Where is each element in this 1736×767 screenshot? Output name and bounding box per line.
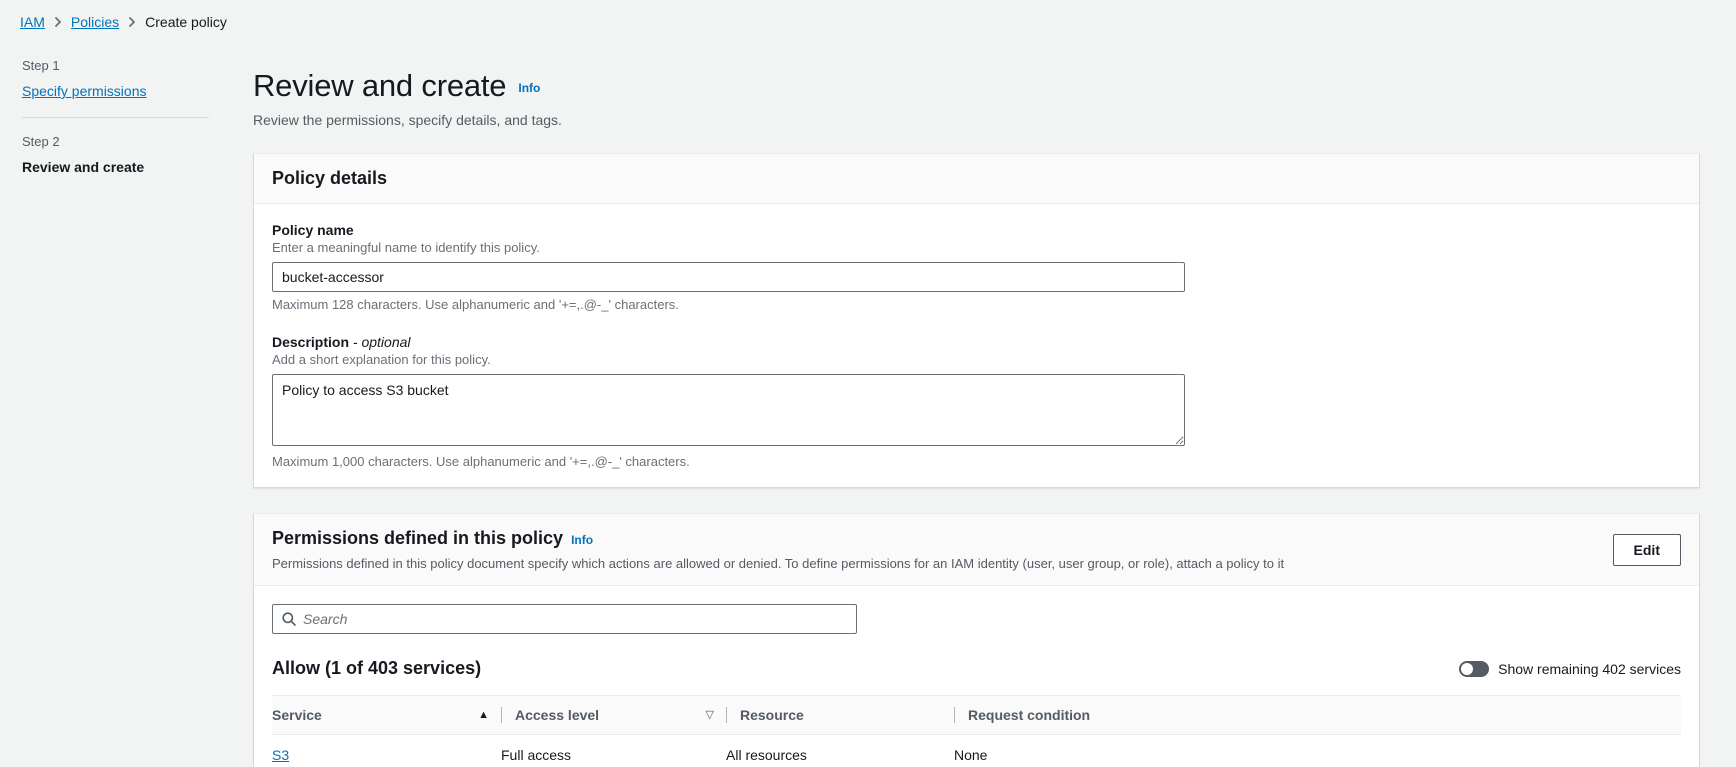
table-row: S3 Full access All resources None	[272, 735, 1681, 767]
permissions-body: Allow (1 of 403 services) Show remaining…	[254, 586, 1699, 767]
search-input[interactable]	[272, 604, 857, 634]
column-header-access-level-label: Access level	[515, 707, 599, 723]
policy-name-constraint: Maximum 128 characters. Use alphanumeric…	[272, 297, 1681, 312]
cell-service: S3	[272, 735, 501, 767]
policy-description-textarea[interactable]	[272, 374, 1185, 446]
toggle-switch-icon[interactable]	[1459, 661, 1489, 677]
chevron-right-icon	[53, 16, 63, 28]
policy-name-label: Policy name	[272, 222, 1681, 238]
permissions-description: Permissions defined in this policy docum…	[272, 556, 1284, 571]
wizard-divider	[22, 117, 209, 118]
allow-summary-row: Allow (1 of 403 services) Show remaining…	[272, 658, 1681, 679]
allow-heading: Allow (1 of 403 services)	[272, 658, 481, 679]
main-content: Review and create Info Review the permis…	[245, 40, 1736, 767]
table-header-row: Service ▲ Access level ▽	[272, 696, 1681, 735]
breadcrumb-item-create-policy: Create policy	[145, 14, 227, 30]
show-remaining-services-label: Show remaining 402 services	[1498, 661, 1681, 677]
wizard-navigation: Step 1 Specify permissions Step 2 Review…	[0, 40, 245, 175]
permissions-card: Permissions defined in this policy Info …	[253, 513, 1700, 767]
wizard-step-2-label: Step 2	[22, 134, 209, 149]
policy-description-field-group: Description - optional Add a short expla…	[272, 334, 1681, 469]
sort-ascending-icon: ▲	[478, 710, 489, 721]
policy-description-label: Description - optional	[272, 334, 1681, 350]
page-title: Review and create	[253, 68, 506, 104]
page-subtitle: Review the permissions, specify details,…	[253, 112, 1700, 128]
policy-name-field-group: Policy name Enter a meaningful name to i…	[272, 222, 1681, 312]
column-header-request-condition-label: Request condition	[968, 707, 1090, 723]
page-layout: Step 1 Specify permissions Step 2 Review…	[0, 40, 1736, 767]
cell-resource: All resources	[726, 735, 954, 767]
edit-button[interactable]: Edit	[1613, 534, 1681, 566]
policy-name-hint: Enter a meaningful name to identify this…	[272, 240, 1681, 255]
wizard-step-1: Step 1 Specify permissions	[22, 58, 209, 99]
wizard-step-1-title[interactable]: Specify permissions	[22, 83, 147, 99]
column-header-access-level[interactable]: Access level ▽	[501, 696, 726, 735]
page-title-row: Review and create Info	[253, 68, 1700, 104]
column-header-request-condition[interactable]: Request condition	[954, 696, 1681, 735]
column-header-service-label: Service	[272, 707, 322, 723]
column-header-service[interactable]: Service ▲	[272, 696, 501, 735]
permissions-header: Permissions defined in this policy Info …	[254, 514, 1699, 586]
policy-details-card: Policy details Policy name Enter a meani…	[253, 153, 1700, 488]
chevron-right-icon	[127, 16, 137, 28]
breadcrumb-item-iam[interactable]: IAM	[20, 14, 45, 30]
policy-description-hint: Add a short explanation for this policy.	[272, 352, 1681, 367]
policy-details-header: Policy details	[254, 154, 1699, 204]
permissions-info-link[interactable]: Info	[571, 533, 593, 547]
permissions-search	[272, 604, 857, 634]
policy-description-label-text: Description	[272, 334, 349, 350]
permissions-table-body: S3 Full access All resources None	[272, 735, 1681, 767]
wizard-step-1-label: Step 1	[22, 58, 209, 73]
breadcrumb-item-policies[interactable]: Policies	[71, 14, 119, 30]
wizard-step-2-title: Review and create	[22, 159, 144, 175]
policy-name-input[interactable]	[272, 262, 1185, 292]
column-header-resource-label: Resource	[740, 707, 804, 723]
permissions-table: Service ▲ Access level ▽	[272, 695, 1681, 767]
cell-access-level: Full access	[501, 735, 726, 767]
sort-descending-icon: ▽	[706, 710, 714, 721]
cell-request-condition: None	[954, 735, 1681, 767]
show-remaining-services-toggle[interactable]: Show remaining 402 services	[1459, 661, 1681, 677]
wizard-step-2: Step 2 Review and create	[22, 134, 209, 175]
policy-details-body: Policy name Enter a meaningful name to i…	[254, 204, 1699, 487]
breadcrumb: IAM Policies Create policy	[0, 0, 1736, 40]
page-title-info-link[interactable]: Info	[518, 81, 540, 95]
policy-description-constraint: Maximum 1,000 characters. Use alphanumer…	[272, 454, 1681, 469]
column-header-resource[interactable]: Resource	[726, 696, 954, 735]
policy-details-title: Policy details	[272, 168, 387, 189]
permissions-table-head: Service ▲ Access level ▽	[272, 696, 1681, 735]
permissions-title: Permissions defined in this policy	[272, 528, 563, 549]
policy-description-optional-tag: - optional	[353, 334, 411, 350]
service-link-s3[interactable]: S3	[272, 747, 289, 763]
